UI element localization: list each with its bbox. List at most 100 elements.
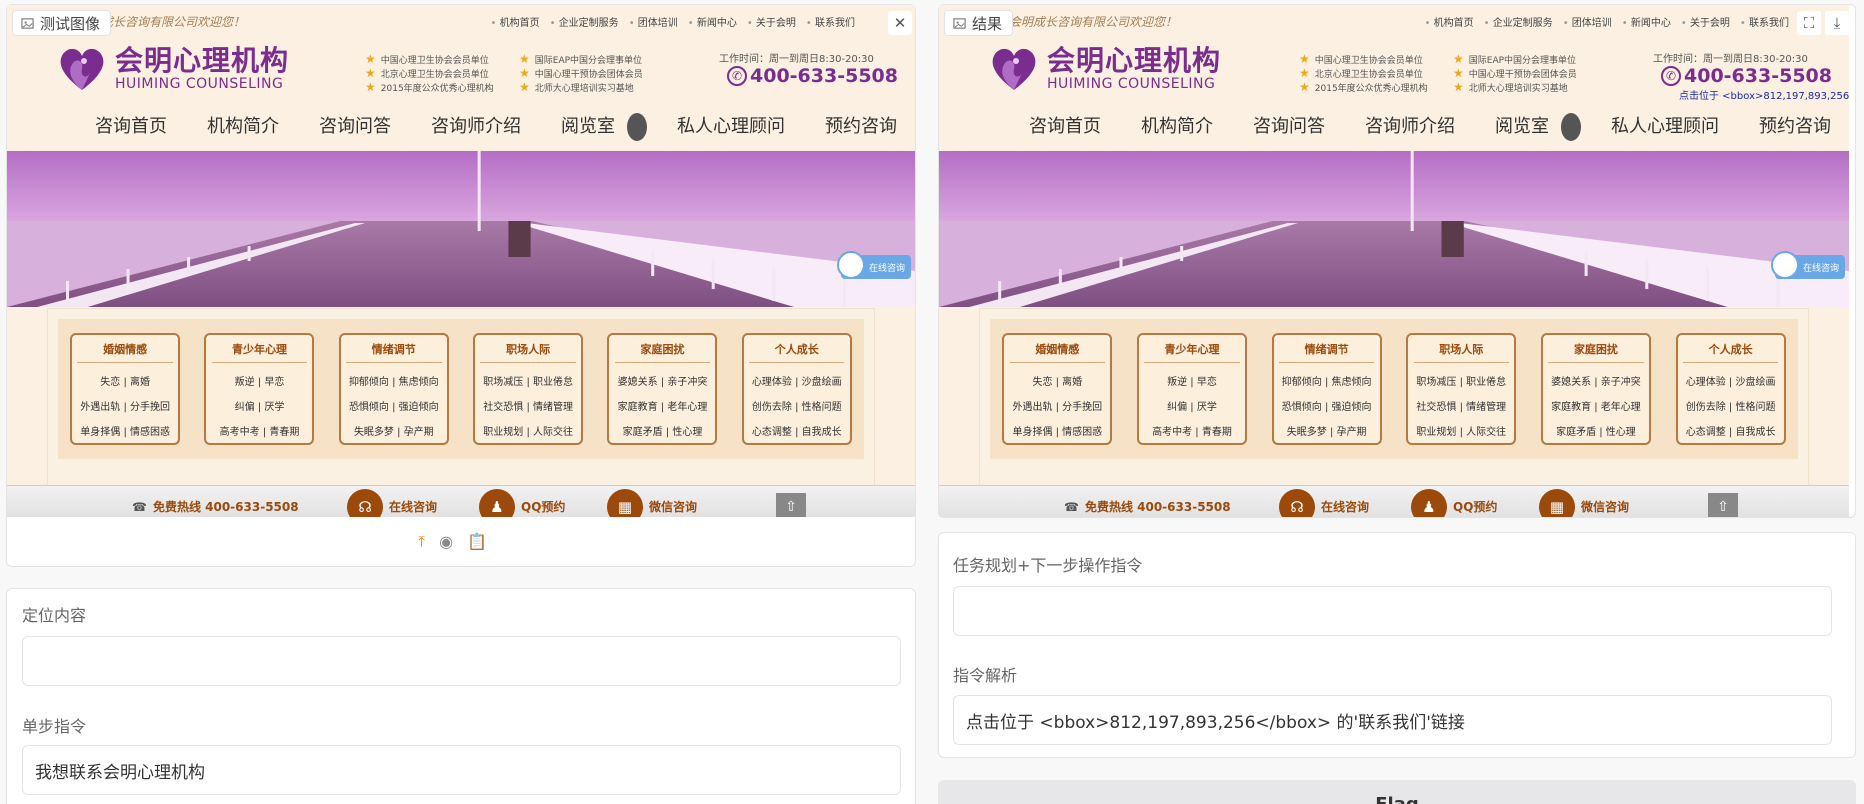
category-row[interactable]: 职业规划 | 人际交往 — [1416, 423, 1506, 438]
category-card[interactable]: 个人成长 心理体验 | 沙盘绘画 创伤去除 | 性格问题 心态调整 | 自我成长 — [741, 333, 852, 445]
toplink[interactable]: 机构首页 — [1425, 14, 1474, 29]
category-card[interactable]: 情绪调节 抑郁倾向 | 焦虑倾向 恐惧倾向 | 强迫倾向 失眠多梦 | 孕产期 — [338, 333, 449, 445]
category-row[interactable]: 婆媳关系 | 亲子冲突 — [618, 373, 708, 388]
footer-hotline[interactable]: ☎ 免费热线 400-633-5508 — [132, 498, 299, 515]
toplink[interactable]: 关于会明 — [747, 14, 796, 29]
footer-wechat[interactable]: ▦ 微信咨询 — [1539, 488, 1629, 517]
nav-item[interactable]: 私人心理顾问 — [1591, 113, 1739, 141]
category-row[interactable]: 职场减压 | 职业倦怠 — [483, 373, 573, 388]
nav-item[interactable]: 私人心理顾问 — [657, 113, 805, 141]
category-row[interactable]: 恐惧倾向 | 强迫倾向 — [1282, 398, 1372, 413]
site-logo[interactable]: 会明心理机构 HUIMING COUNSELING — [989, 45, 1221, 93]
category-card[interactable]: 青少年心理 叛逆 | 早恋 纠偏 | 厌学 高考中考 | 青春期 — [1136, 333, 1247, 445]
category-row[interactable]: 心理体验 | 沙盘绘画 — [752, 373, 842, 388]
download-icon[interactable]: ⤓ — [1825, 11, 1849, 35]
toplink[interactable]: 机构首页 — [491, 14, 540, 29]
fullscreen-icon[interactable]: ⛶ — [1797, 11, 1821, 35]
category-row[interactable]: 心态调整 | 自我成长 — [1686, 423, 1776, 438]
category-row[interactable]: 家庭教育 | 老年心理 — [1551, 398, 1641, 413]
category-card[interactable]: 职场人际 职场减压 | 职业倦怠 社交恐惧 | 情绪管理 职业规划 | 人际交往 — [473, 333, 584, 445]
toplink[interactable]: 团体培训 — [1563, 14, 1612, 29]
toplink[interactable]: 新闻中心 — [688, 14, 737, 29]
nav-item[interactable]: 机构简介 — [187, 113, 299, 141]
category-card[interactable]: 个人成长 心理体验 | 沙盘绘画 创伤去除 | 性格问题 心态调整 | 自我成长 — [1675, 333, 1786, 445]
category-row[interactable]: 社交恐惧 | 情绪管理 — [483, 398, 573, 413]
nav-item[interactable]: 机构简介 — [1121, 113, 1233, 141]
category-row[interactable]: 高考中考 | 青春期 — [220, 423, 300, 438]
category-row[interactable]: 失恋 | 离婚 — [100, 373, 150, 388]
nav-item[interactable]: 咨询师介绍 — [411, 113, 541, 141]
footer-online[interactable]: ☊ 在线咨询 — [1279, 488, 1369, 517]
toplink[interactable]: 新闻中心 — [1622, 14, 1671, 29]
nav-item[interactable]: 咨询师介绍 — [1345, 113, 1475, 141]
category-card[interactable]: 青少年心理 叛逆 | 早恋 纠偏 | 厌学 高考中考 | 青春期 — [204, 333, 315, 445]
category-row[interactable]: 叛逆 | 早恋 — [1167, 373, 1217, 388]
nav-item[interactable]: 咨询首页 — [1009, 113, 1121, 141]
online-chat-widget[interactable]: 在线咨询 — [837, 251, 911, 279]
category-row[interactable]: 单身择偶 | 情感困惑 — [80, 423, 170, 438]
clipboard-icon[interactable]: 📋 — [467, 532, 487, 552]
nav-item[interactable]: 咨询问答 — [299, 113, 411, 141]
category-card[interactable]: 家庭困扰 婆媳关系 | 亲子冲突 家庭教育 | 老年心理 家庭矛盾 | 性心理 — [607, 333, 718, 445]
category-card[interactable]: 婚姻情感 失恋 | 离婚 外遇出轨 | 分手挽回 单身择偶 | 情感困惑 — [70, 333, 181, 445]
toplink[interactable]: 团体培训 — [629, 14, 678, 29]
category-row[interactable]: 恐惧倾向 | 强迫倾向 — [349, 398, 439, 413]
upload-icon[interactable]: ⤒ — [418, 532, 425, 552]
toplink[interactable]: 企业定制服务 — [550, 14, 619, 29]
category-row[interactable]: 叛逆 | 早恋 — [235, 373, 285, 388]
footer-wechat[interactable]: ▦ 微信咨询 — [607, 488, 697, 517]
category-row[interactable]: 纠偏 | 厌学 — [235, 398, 285, 413]
back-to-top-icon[interactable]: ⇧ — [776, 492, 806, 517]
nav-item[interactable]: 阅览室 — [541, 113, 657, 141]
site-phone[interactable]: ✆ 400-633-5508 — [1661, 65, 1832, 87]
category-row[interactable]: 婆媳关系 | 亲子冲突 — [1551, 373, 1641, 388]
category-row[interactable]: 纠偏 | 厌学 — [1167, 398, 1217, 413]
nav-item[interactable]: 预约咨询 — [805, 113, 915, 141]
footer-hotline[interactable]: ☎ 免费热线 400-633-5508 — [1064, 498, 1231, 515]
category-row[interactable]: 家庭教育 | 老年心理 — [618, 398, 708, 413]
category-row[interactable]: 社交恐惧 | 情绪管理 — [1416, 398, 1506, 413]
toplink[interactable]: 企业定制服务 — [1484, 14, 1553, 29]
category-row[interactable]: 失恋 | 离婚 — [1032, 373, 1082, 388]
category-row[interactable]: 高考中考 | 青春期 — [1152, 423, 1232, 438]
nav-item[interactable]: 咨询问答 — [1233, 113, 1345, 141]
category-card[interactable]: 家庭困扰 婆媳关系 | 亲子冲突 家庭教育 | 老年心理 家庭矛盾 | 性心理 — [1540, 333, 1651, 445]
nav-item[interactable]: 咨询首页 — [75, 113, 187, 141]
footer-online[interactable]: ☊ 在线咨询 — [347, 488, 437, 517]
site-logo[interactable]: 会明心理机构 HUIMING COUNSELING — [57, 45, 289, 93]
footer-qq[interactable]: ♟ QQ预约 — [1411, 488, 1497, 517]
category-card[interactable]: 情绪调节 抑郁倾向 | 焦虑倾向 恐惧倾向 | 强迫倾向 失眠多梦 | 孕产期 — [1271, 333, 1382, 445]
category-row[interactable]: 家庭矛盾 | 性心理 — [623, 423, 703, 438]
site-phone[interactable]: ✆ 400-633-5508 — [727, 65, 898, 87]
category-row[interactable]: 抑郁倾向 | 焦虑倾向 — [1282, 373, 1372, 388]
locate-field[interactable] — [22, 636, 901, 686]
category-row[interactable]: 单身择偶 | 情感困惑 — [1012, 423, 1102, 438]
category-row[interactable]: 失眠多梦 | 孕产期 — [1287, 423, 1367, 438]
toplink[interactable]: 联系我们 — [806, 14, 855, 29]
category-card[interactable]: 职场人际 职场减压 | 职业倦怠 社交恐惧 | 情绪管理 职业规划 | 人际交往 — [1406, 333, 1517, 445]
category-row[interactable]: 创伤去除 | 性格问题 — [1686, 398, 1776, 413]
parse-field[interactable]: 点击位于 <bbox>812,197,893,256</bbox> 的'联系我们… — [953, 695, 1832, 745]
category-row[interactable]: 心态调整 | 自我成长 — [752, 423, 842, 438]
back-to-top-icon[interactable]: ⇧ — [1708, 492, 1738, 517]
category-row[interactable]: 外遇出轨 | 分手挽回 — [80, 398, 170, 413]
close-icon[interactable]: ✕ — [888, 11, 912, 35]
category-row[interactable]: 职业规划 | 人际交往 — [483, 423, 573, 438]
toplink[interactable]: 关于会明 — [1681, 14, 1730, 29]
toplink[interactable]: 联系我们 — [1740, 14, 1789, 29]
category-row[interactable]: 抑郁倾向 | 焦虑倾向 — [349, 373, 439, 388]
category-row[interactable]: 家庭矛盾 | 性心理 — [1556, 423, 1636, 438]
flag-button[interactable]: Flag — [938, 780, 1856, 804]
footer-qq[interactable]: ♟ QQ预约 — [479, 488, 565, 517]
category-row[interactable]: 创伤去除 | 性格问题 — [752, 398, 842, 413]
category-row[interactable]: 心理体验 | 沙盘绘画 — [1686, 373, 1776, 388]
webcam-icon[interactable]: ◉ — [439, 532, 453, 552]
nav-item[interactable]: 阅览室 — [1475, 113, 1591, 141]
category-row[interactable]: 职场减压 | 职业倦怠 — [1416, 373, 1506, 388]
plan-field[interactable] — [953, 586, 1832, 636]
step-instruction-field[interactable]: 我想联系会明心理机构 — [22, 745, 901, 795]
category-card[interactable]: 婚姻情感 失恋 | 离婚 外遇出轨 | 分手挽回 单身择偶 | 情感困惑 — [1002, 333, 1113, 445]
online-chat-widget[interactable]: 在线咨询 — [1771, 251, 1845, 279]
category-row[interactable]: 失眠多梦 | 孕产期 — [354, 423, 434, 438]
nav-item[interactable]: 预约咨询 — [1739, 113, 1849, 141]
